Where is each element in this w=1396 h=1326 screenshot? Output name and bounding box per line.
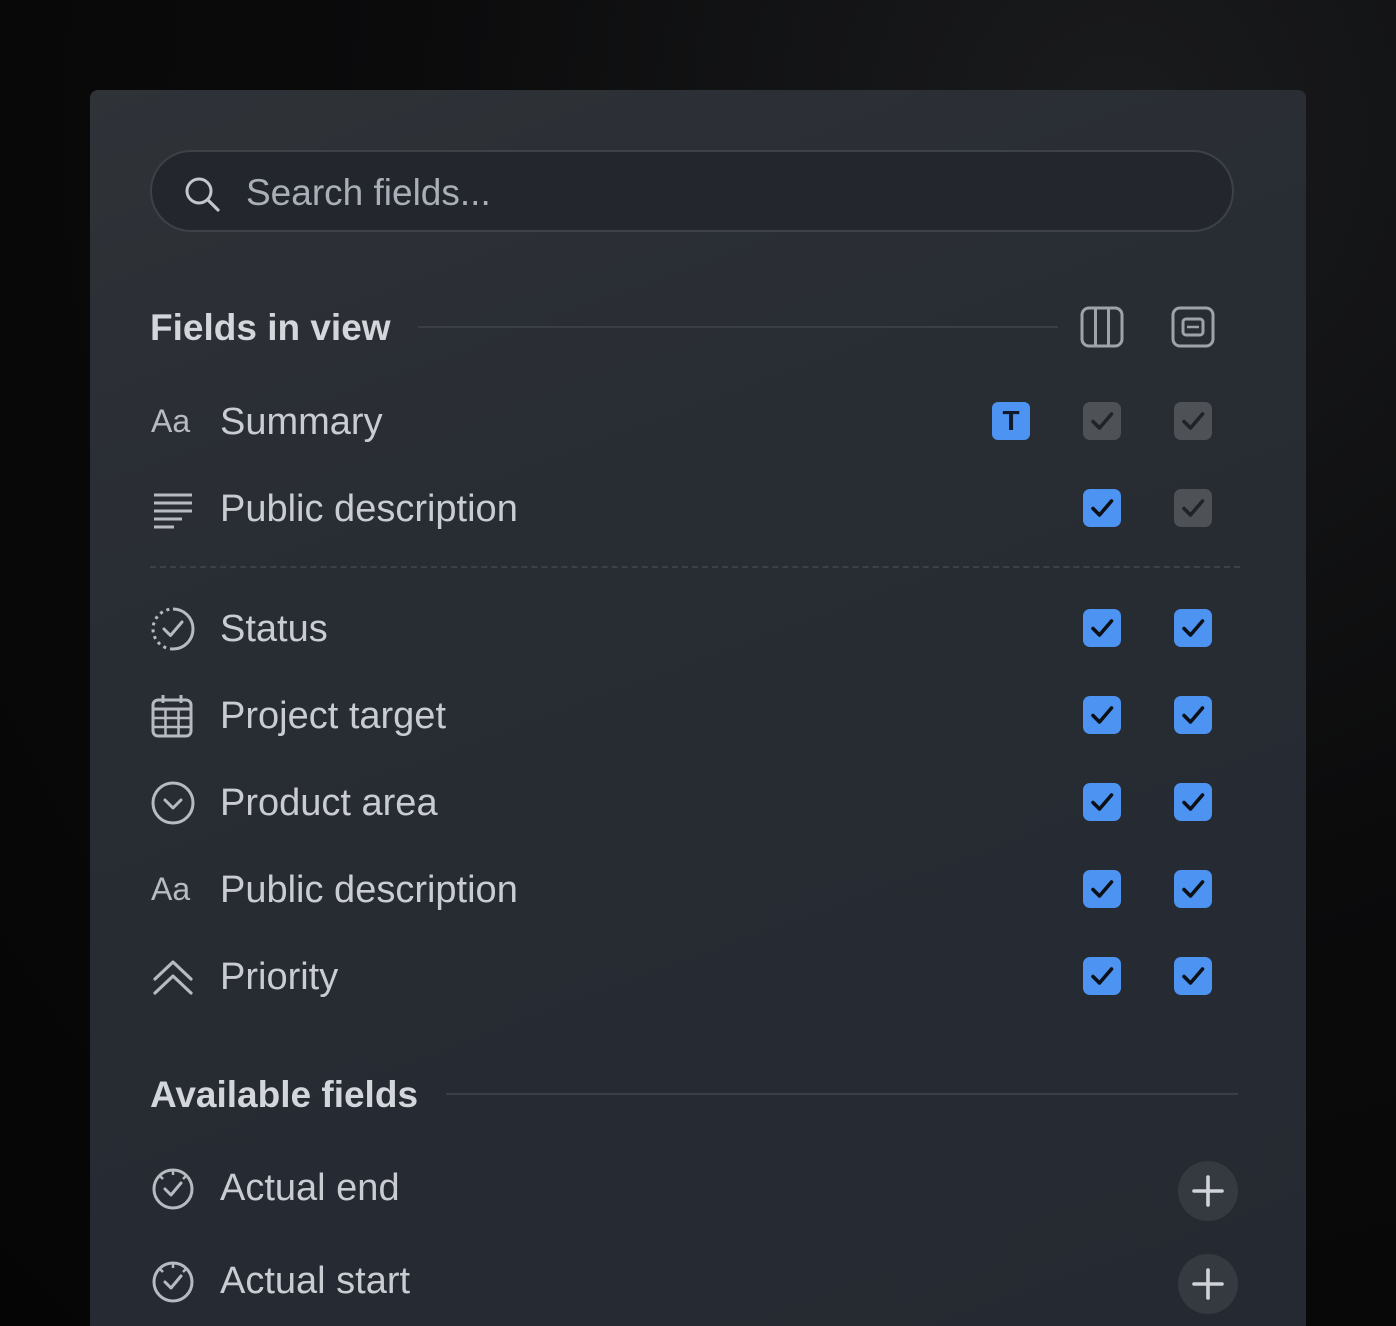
card-checkbox[interactable] xyxy=(1174,783,1212,821)
field-label: Status xyxy=(220,608,328,650)
paragraph-lines-icon xyxy=(154,493,192,529)
card-checkbox[interactable] xyxy=(1174,957,1212,995)
column-checkbox-disabled xyxy=(1083,402,1121,440)
pinned-divider xyxy=(150,566,1240,568)
title-field-badge: T xyxy=(992,402,1030,440)
circle-chevron-down-icon xyxy=(151,781,195,825)
column-checkbox[interactable] xyxy=(1083,489,1121,527)
search-input[interactable] xyxy=(244,166,1208,220)
clock-check-icon xyxy=(152,1168,194,1210)
section-divider xyxy=(446,1093,1238,1095)
field-label: Summary xyxy=(220,401,383,443)
add-field-button[interactable] xyxy=(1178,1161,1238,1221)
plus-icon xyxy=(1192,1268,1224,1300)
field-row-priority: Priority xyxy=(150,947,1240,1007)
field-label: Product area xyxy=(220,782,438,824)
search-box[interactable] xyxy=(150,150,1234,232)
card-checkbox-disabled xyxy=(1174,489,1212,527)
field-label: Public description xyxy=(220,869,518,911)
columns-icon[interactable] xyxy=(1080,306,1124,348)
clock-check-icon xyxy=(152,1261,194,1303)
calendar-icon xyxy=(151,695,193,738)
field-row-public-description: Public description xyxy=(150,479,1240,539)
column-checkbox[interactable] xyxy=(1083,609,1121,647)
plus-icon xyxy=(1192,1175,1224,1207)
field-row-product-area: Product area xyxy=(150,773,1240,833)
double-chevron-up-icon xyxy=(153,960,193,995)
field-row-status: Status xyxy=(150,599,1240,659)
column-checkbox[interactable] xyxy=(1083,783,1121,821)
card-checkbox[interactable] xyxy=(1174,609,1212,647)
field-row-summary: Aa Summary T xyxy=(150,392,1240,452)
field-label: Public description xyxy=(220,488,518,530)
fields-in-view-title: Fields in view xyxy=(150,307,391,348)
field-label: Priority xyxy=(220,956,339,998)
field-label: Project target xyxy=(220,695,446,737)
field-row-project-target: Project target xyxy=(150,686,1240,746)
text-aa-icon: Aa xyxy=(151,871,190,907)
svg-text:Aa: Aa xyxy=(151,403,190,439)
app-window: Fields in view Aa Summary T Pub xyxy=(0,0,1396,1326)
available-field-row: Actual start xyxy=(150,1251,1240,1311)
card-checkbox-disabled xyxy=(1174,402,1212,440)
status-dashed-check-icon xyxy=(151,607,195,651)
search-icon xyxy=(185,177,220,212)
field-settings-panel: Fields in view Aa Summary T Pub xyxy=(90,90,1306,1326)
section-divider xyxy=(418,326,1058,328)
column-checkbox[interactable] xyxy=(1083,696,1121,734)
column-checkbox[interactable] xyxy=(1083,957,1121,995)
available-field-row: Actual end xyxy=(150,1158,1240,1218)
text-aa-icon: Aa xyxy=(151,403,190,439)
svg-text:Aa: Aa xyxy=(151,871,190,907)
card-checkbox[interactable] xyxy=(1174,870,1212,908)
column-checkbox[interactable] xyxy=(1083,870,1121,908)
field-label: Actual start xyxy=(220,1260,411,1302)
add-field-button[interactable] xyxy=(1178,1254,1238,1314)
card-checkbox[interactable] xyxy=(1174,696,1212,734)
card-layout-icon[interactable] xyxy=(1171,306,1215,348)
available-fields-title: Available fields xyxy=(150,1074,419,1115)
field-label: Actual end xyxy=(220,1167,400,1209)
field-row-public-description-2: Aa Public description xyxy=(150,860,1240,920)
